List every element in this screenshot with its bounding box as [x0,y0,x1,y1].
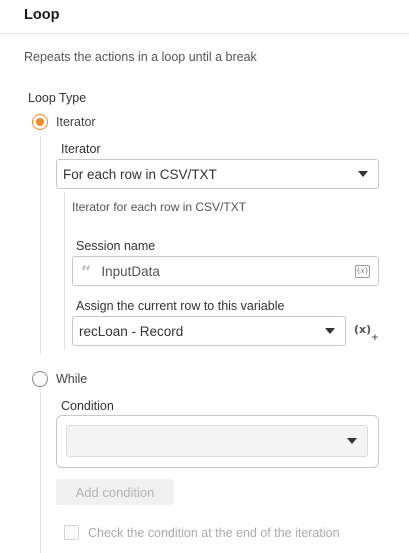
assign-variable-select[interactable]: recLoan - Record [72,316,346,346]
assign-variable-label: Assign the current row to this variable [76,299,285,313]
insert-variable-plus: + [371,333,379,344]
session-name-input[interactable]: “ InputData {x} [72,256,379,286]
condition-label: Condition [61,399,114,413]
iterator-select-value: For each row in CSV/TXT [63,166,217,182]
check-end-label: Check the condition at the end of the it… [88,526,340,540]
while-section-guide [40,392,41,553]
condition-select[interactable] [66,425,368,457]
session-name-value: InputData [101,263,160,279]
session-name-label: Session name [76,239,156,253]
assign-variable-value: recLoan - Record [79,323,184,339]
panel-description: Repeats the actions in a loop until a br… [24,50,257,64]
iterator-label: Iterator [61,142,101,156]
add-condition-button[interactable]: Add condition [56,479,174,505]
quote-icon: “ [81,262,92,283]
insert-variable-icon[interactable]: (x)+ [354,323,379,343]
header-divider [0,33,409,34]
iterator-nested-guide [64,192,65,350]
radio-while-label[interactable]: While [56,372,87,386]
iterator-select[interactable]: For each row in CSV/TXT [56,159,379,189]
radio-iterator[interactable] [32,114,48,130]
insert-variable-text: (x) [354,323,372,336]
chevron-down-icon [347,438,357,444]
check-end-checkbox[interactable] [64,525,79,540]
radio-while[interactable] [32,371,48,387]
radio-selected-dot [36,118,44,126]
radio-iterator-label[interactable]: Iterator [56,115,96,129]
chevron-down-icon [358,171,368,177]
iterator-hint: Iterator for each row in CSV/TXT [72,200,247,214]
panel-title: Loop [24,7,60,23]
variable-icon[interactable]: {x} [355,264,370,278]
loop-type-label: Loop Type [28,91,87,105]
chevron-down-icon [325,328,335,334]
iterator-section-guide [40,136,41,354]
